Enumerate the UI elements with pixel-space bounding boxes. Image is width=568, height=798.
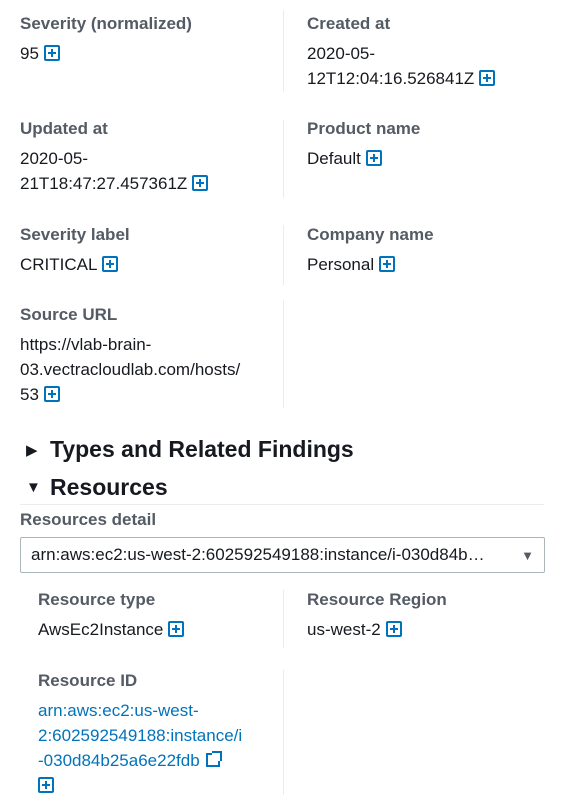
field-value: 21T18:47:27.457361Z (20, 174, 188, 193)
plus-box-icon[interactable] (379, 256, 396, 272)
resource-select[interactable]: arn:aws:ec2:us-west-2:602592549188:insta… (20, 537, 545, 573)
field-value: 2020-05- (20, 149, 89, 168)
plus-box-icon[interactable] (43, 45, 60, 61)
field-value: 12T12:04:16.526841Z (307, 69, 475, 88)
created-at-field: Created at 2020-05- 12T12:04:16.526841Z (307, 13, 496, 91)
plus-box-icon[interactable] (479, 70, 496, 86)
plus-box-icon[interactable] (43, 386, 60, 402)
triangle-right-icon: ▶ (26, 441, 38, 459)
field-label: Resource ID (38, 671, 138, 690)
column-divider (283, 670, 284, 795)
field-label: Source URL (20, 305, 118, 324)
column-divider (283, 590, 284, 648)
caret-down-icon: ▼ (521, 547, 534, 563)
plus-box-icon[interactable] (385, 621, 402, 637)
field-value: us-west-2 (307, 620, 381, 639)
section-divider (20, 504, 544, 505)
resources-detail-label: Resources detail (20, 510, 157, 529)
field-label: Product name (307, 119, 421, 138)
link-text: arn:aws:ec2:us-west- (38, 701, 199, 720)
resource-region-field: Resource Region us-west-2 (307, 589, 447, 642)
plus-box-icon[interactable] (38, 777, 54, 793)
severity-normalized-field: Severity (normalized) 95 (20, 13, 192, 66)
field-label: Updated at (20, 119, 108, 138)
plus-box-icon[interactable] (102, 256, 119, 272)
triangle-down-icon: ▼ (26, 479, 41, 496)
field-value: 03.vectracloudlab.com/hosts/ (20, 360, 241, 379)
field-label: Resource Region (307, 590, 447, 609)
resource-select-value: arn:aws:ec2:us-west-2:602592549188:insta… (31, 545, 485, 564)
column-divider (283, 10, 284, 92)
link-text: -030d84b25a6e22fdb (38, 751, 200, 770)
resources-toggle[interactable]: ▼ Resources (26, 474, 168, 501)
field-label: Severity label (20, 225, 130, 244)
field-value: 53 (20, 385, 39, 404)
field-value: https://vlab-brain- (20, 335, 152, 354)
field-value: 95 (20, 44, 39, 63)
field-value: 2020-05- (307, 44, 376, 63)
section-title: Types and Related Findings (50, 436, 354, 462)
source-url-field: Source URL https://vlab-brain- 03.vectra… (20, 304, 240, 407)
link-text: 2:602592549188:instance/i (38, 726, 243, 745)
field-label: Severity (normalized) (20, 14, 192, 33)
field-value: Default (307, 149, 361, 168)
product-name-field: Product name Default (307, 118, 420, 171)
plus-box-icon[interactable] (192, 175, 209, 191)
section-title: Resources (50, 474, 168, 500)
column-divider (283, 225, 284, 285)
resource-type-field: Resource type AwsEc2Instance (38, 589, 185, 642)
column-divider (283, 120, 284, 198)
company-name-field: Company name Personal (307, 224, 434, 277)
column-divider (283, 300, 284, 408)
field-label: Resource type (38, 590, 156, 609)
plus-box-icon[interactable] (365, 150, 382, 166)
updated-at-field: Updated at 2020-05- 21T18:47:27.457361Z (20, 118, 209, 196)
resource-id-field: Resource ID arn:aws:ec2:us-west- 2:60259… (38, 670, 242, 798)
plus-box-icon[interactable] (168, 621, 185, 637)
field-label: Created at (307, 14, 391, 33)
resource-id-link[interactable]: arn:aws:ec2:us-west- 2:602592549188:inst… (38, 698, 242, 798)
field-value: AwsEc2Instance (38, 620, 164, 639)
types-related-findings-toggle[interactable]: ▶ Types and Related Findings (26, 436, 354, 463)
field-value: CRITICAL (20, 255, 98, 274)
severity-label-field: Severity label CRITICAL (20, 224, 130, 277)
field-value: Personal (307, 255, 375, 274)
field-label: Company name (307, 225, 434, 244)
external-link-icon[interactable] (205, 751, 222, 767)
